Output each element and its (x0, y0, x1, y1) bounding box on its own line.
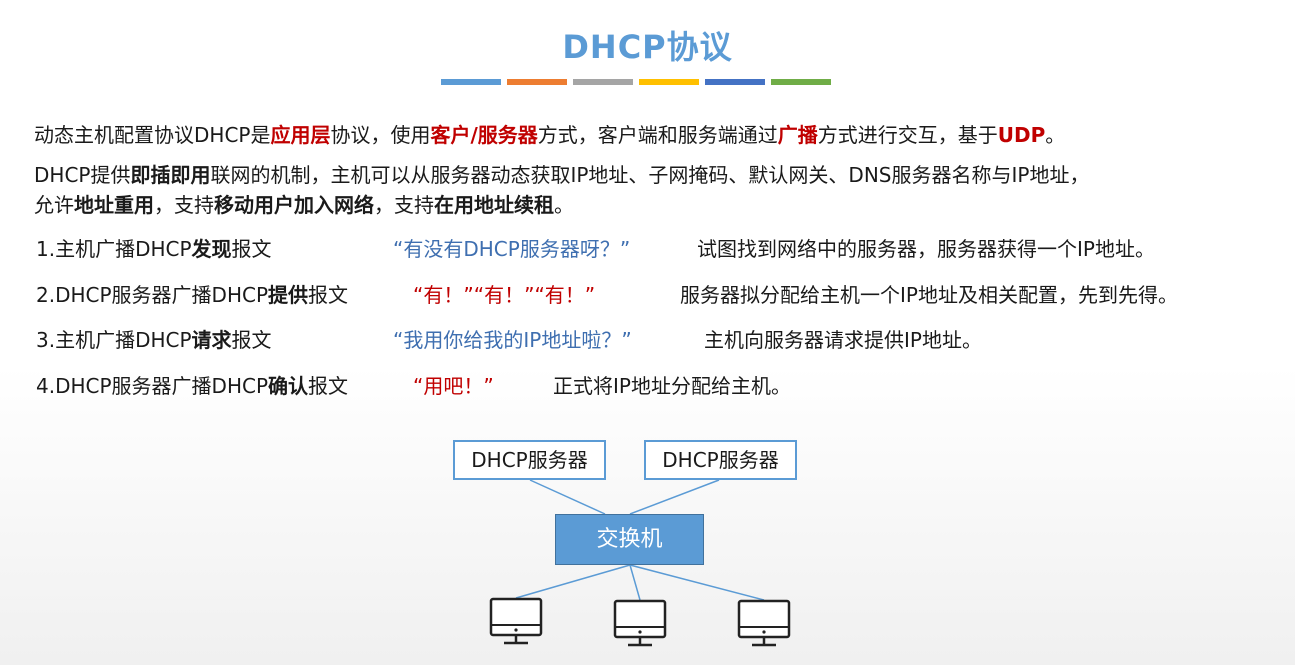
network-diagram-lines (489, 479, 791, 647)
link-switch-host2 (629, 564, 641, 601)
switch-box: 交换机 (555, 514, 704, 565)
monitor-icon (489, 597, 543, 645)
link-server1-switch (529, 479, 606, 515)
monitor-icon (613, 599, 667, 647)
link-switch-host1 (515, 564, 631, 599)
link-server2-switch (629, 479, 720, 515)
monitor-icon (737, 599, 791, 647)
dhcp-server-box-1: DHCP服务器 (453, 440, 606, 480)
link-switch-host3 (629, 564, 765, 601)
dhcp-server-box-2: DHCP服务器 (644, 440, 797, 480)
